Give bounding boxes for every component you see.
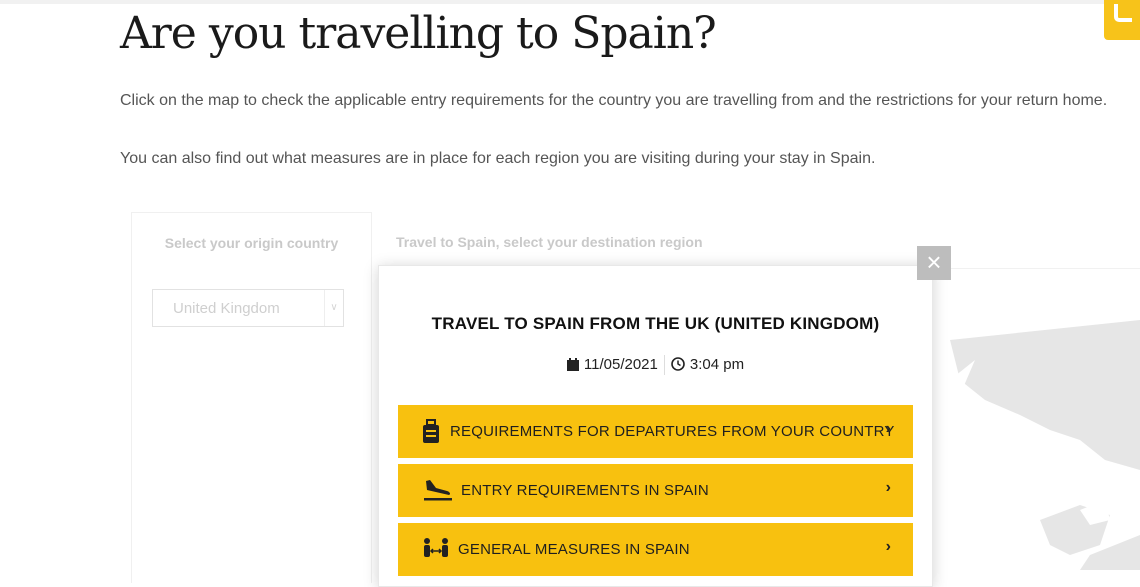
general-measures-label: GENERAL MEASURES IN SPAIN xyxy=(458,541,690,558)
intro-text: Click on the map to check the applicable… xyxy=(120,92,1108,109)
departure-requirements-button[interactable]: REQUIREMENTS FOR DEPARTURES FROM YOUR CO… xyxy=(398,405,913,458)
modal-title: TRAVEL TO SPAIN FROM THE UK (UNITED KING… xyxy=(431,314,880,333)
social-distance-icon xyxy=(422,537,448,563)
general-measures-button[interactable]: GENERAL MEASURES IN SPAIN › xyxy=(398,523,913,576)
entry-requirements-label: ENTRY REQUIREMENTS IN SPAIN xyxy=(461,482,709,499)
origin-country-select[interactable]: United Kingdom ∨ xyxy=(152,289,344,327)
destination-region-label: Travel to Spain, select your destination… xyxy=(396,234,703,250)
chevron-right-icon: › xyxy=(885,420,891,437)
close-button[interactable]: × xyxy=(917,246,951,280)
intro-text-secondary: You can also find out what measures are … xyxy=(120,150,876,167)
luggage-icon xyxy=(421,419,447,445)
origin-panel: Select your origin country United Kingdo… xyxy=(131,212,372,583)
timestamp-row: 11/05/2021 3:04 pm xyxy=(379,355,932,375)
corner-logo-icon[interactable] xyxy=(1104,0,1140,40)
top-border xyxy=(0,0,1140,4)
page-title: Are you travelling to Spain? xyxy=(120,8,717,59)
meta-divider xyxy=(663,355,665,375)
map-landmass[interactable] xyxy=(930,320,1140,570)
chevron-right-icon: › xyxy=(885,538,891,555)
chevron-right-icon: › xyxy=(885,479,891,496)
calendar-icon xyxy=(566,357,579,375)
date-text: 11/05/2021 xyxy=(583,355,658,373)
origin-country-label: Select your origin country xyxy=(164,235,339,251)
entry-requirements-button[interactable]: ENTRY REQUIREMENTS IN SPAIN › xyxy=(398,464,913,517)
origin-country-value: United Kingdom xyxy=(173,300,280,317)
time-text: 3:04 pm xyxy=(689,355,745,373)
travel-info-modal: TRAVEL TO SPAIN FROM THE UK (UNITED KING… xyxy=(378,265,933,587)
clock-icon xyxy=(671,357,685,375)
chevron-down-icon: ∨ xyxy=(324,290,343,326)
plane-landing-icon xyxy=(423,478,452,504)
departure-requirements-label: REQUIREMENTS FOR DEPARTURES FROM YOUR CO… xyxy=(450,423,895,440)
